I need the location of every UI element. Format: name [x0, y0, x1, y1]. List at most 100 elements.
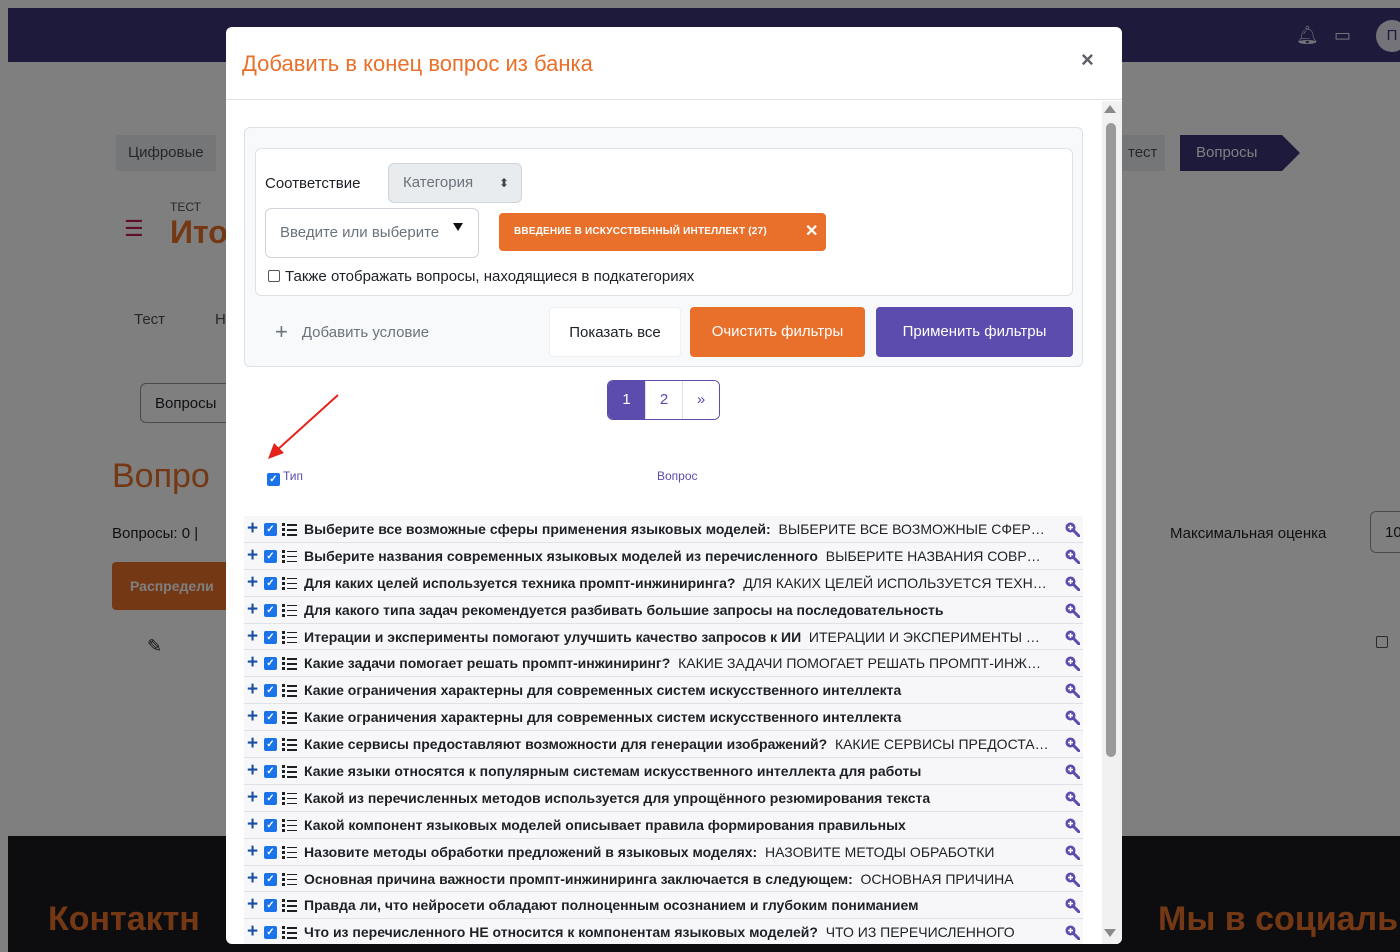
question-row: + ✓ Какие сервисы предоставляют возможност…	[244, 731, 1083, 759]
zoom-icon[interactable]	[1064, 709, 1080, 726]
clear-filters-button[interactable]: Очистить фильтры	[690, 307, 865, 357]
scroll-down-icon[interactable]	[1104, 929, 1116, 937]
zoom-icon[interactable]	[1064, 924, 1080, 941]
page-next[interactable]: »	[682, 381, 719, 419]
checkbox-icon[interactable]: ✓	[264, 872, 277, 886]
question-row: + ✓ Выберите названия современных языковых…	[244, 542, 1083, 570]
checkbox-icon[interactable]: ✓	[264, 711, 277, 725]
modal-body: Соответствие Категория ⬍ Введите или выб…	[226, 101, 1122, 944]
question-text[interactable]: Для какого типа задач рекомендуется разб…	[304, 597, 1049, 623]
scroll-up-icon[interactable]	[1104, 105, 1116, 113]
zoom-icon[interactable]	[1064, 817, 1080, 833]
question-name: Что из перечисленного НЕ относится к ком…	[304, 924, 818, 941]
question-text[interactable]: Назовите методы обработки предложений в …	[304, 839, 1049, 865]
checkbox-icon[interactable]: ✓	[264, 765, 277, 779]
checkbox-icon[interactable]: ✓	[264, 576, 277, 590]
question-text[interactable]: Для каких целей используется техника про…	[304, 570, 1049, 596]
add-condition-button[interactable]: + Добавить условие	[275, 319, 429, 345]
filter-condition: Соответствие Категория ⬍ Введите или выб…	[255, 148, 1073, 296]
checkbox-icon[interactable]	[268, 270, 280, 282]
question-text[interactable]: Какой компонент языковых моделей описыва…	[304, 812, 1049, 838]
checkbox-icon[interactable]: ✓	[264, 791, 277, 805]
add-question-icon[interactable]: +	[247, 919, 258, 944]
checkbox-icon[interactable]: ✓	[264, 899, 277, 913]
add-question-icon[interactable]: +	[247, 650, 258, 675]
add-question-icon[interactable]: +	[247, 516, 258, 541]
add-question-icon[interactable]: +	[247, 758, 258, 783]
question-text[interactable]: Какие ограничения характерны для совреме…	[304, 677, 1049, 703]
question-row: + ✓ Итерации и эксперименты помогают улучш…	[244, 623, 1083, 651]
add-question-icon[interactable]: +	[247, 597, 258, 622]
question-row: + ✓ Основная причина важности промпт-инжин…	[244, 865, 1083, 893]
add-question-icon[interactable]: +	[247, 677, 258, 702]
checkbox-icon[interactable]: ✓	[264, 818, 277, 832]
add-question-icon[interactable]: +	[247, 839, 258, 864]
subcategories-checkbox[interactable]: Также отображать вопросы, находящиеся в …	[268, 268, 694, 285]
question-text[interactable]: Что из перечисленного НЕ относится к ком…	[304, 919, 1049, 944]
category-input[interactable]: Введите или выберите	[265, 208, 479, 258]
add-question-icon[interactable]: +	[247, 543, 258, 568]
column-type[interactable]: ✓ Тип	[267, 469, 303, 486]
question-text[interactable]: Какие ограничения характерны для совреме…	[304, 704, 1049, 730]
page-1[interactable]: 1	[608, 381, 645, 419]
question-name: Выберите все возможные сферы применения …	[304, 521, 771, 537]
add-question-icon[interactable]: +	[247, 892, 258, 917]
category-select[interactable]: Категория ⬍	[388, 163, 522, 203]
show-all-button[interactable]: Показать все	[549, 307, 681, 357]
zoom-icon[interactable]	[1064, 602, 1080, 618]
checkbox-icon[interactable]: ✓	[264, 845, 277, 859]
checkbox-icon[interactable]: ✓	[264, 630, 277, 644]
question-row: + ✓ Какой из перечисленных методов использ…	[244, 784, 1083, 812]
question-text[interactable]: Какие сервисы предоставляют возможности …	[304, 731, 1049, 757]
question-text[interactable]: Итерации и эксперименты помогают улучшит…	[304, 624, 1049, 650]
zoom-icon[interactable]	[1064, 871, 1080, 887]
question-text[interactable]: Какие языки относятся к популярным систе…	[304, 758, 1049, 784]
page-2[interactable]: 2	[645, 381, 682, 419]
question-text[interactable]: Выберите названия современных языковых м…	[304, 543, 1049, 569]
zoom-icon[interactable]	[1064, 763, 1080, 780]
zoom-icon[interactable]	[1064, 575, 1080, 591]
scroll-thumb[interactable]	[1106, 123, 1116, 757]
question-name: Для какого типа задач рекомендуется разб…	[304, 601, 944, 618]
zoom-icon[interactable]	[1064, 629, 1080, 645]
question-text[interactable]: Какой из перечисленных методов используе…	[304, 785, 1049, 811]
checkbox-icon[interactable]: ✓	[267, 473, 280, 486]
checkbox-icon[interactable]: ✓	[264, 523, 277, 536]
zoom-icon[interactable]	[1064, 655, 1080, 672]
question-name: Какие ограничения характерны для совреме…	[304, 682, 902, 699]
question-row: + ✓ Назовите методы обработки предложений …	[244, 838, 1083, 866]
apply-filters-button[interactable]: Применить фильтры	[876, 307, 1073, 357]
zoom-icon[interactable]	[1064, 790, 1080, 806]
add-question-icon[interactable]: +	[247, 570, 258, 595]
checkbox-icon[interactable]: ✓	[264, 549, 277, 563]
add-question-icon[interactable]: +	[247, 704, 258, 729]
dropdown-arrow-icon[interactable]	[453, 223, 463, 231]
zoom-icon[interactable]	[1064, 736, 1080, 753]
remove-category-icon[interactable]: ✕	[805, 213, 819, 251]
zoom-icon[interactable]	[1064, 521, 1080, 537]
close-icon[interactable]: ×	[1081, 47, 1094, 73]
zoom-icon[interactable]	[1064, 548, 1080, 564]
add-question-icon[interactable]: +	[247, 785, 258, 810]
checkbox-icon[interactable]: ✓	[264, 684, 277, 698]
checkbox-icon[interactable]: ✓	[264, 926, 277, 940]
multichoice-icon	[282, 896, 298, 914]
checkbox-icon[interactable]: ✓	[264, 738, 277, 752]
question-text[interactable]: Правда ли, что нейросети обладают полноц…	[304, 892, 1049, 918]
zoom-icon[interactable]	[1064, 897, 1080, 914]
question-text[interactable]: Основная причина важности промпт-инжинир…	[304, 866, 1049, 892]
question-text[interactable]: Какие задачи помогает решать промпт-инжи…	[304, 650, 1049, 676]
checkbox-icon[interactable]: ✓	[264, 603, 277, 617]
zoom-icon[interactable]	[1064, 844, 1080, 860]
add-question-icon[interactable]: +	[247, 624, 258, 649]
add-question-icon[interactable]: +	[247, 731, 258, 756]
question-name: Какие задачи помогает решать промпт-инжи…	[304, 655, 671, 672]
checkbox-icon[interactable]: ✓	[264, 657, 277, 671]
column-question[interactable]: Вопрос	[657, 469, 698, 483]
question-text[interactable]: Выберите все возможные сферы применения …	[304, 516, 1049, 542]
add-question-icon[interactable]: +	[247, 866, 258, 891]
zoom-icon[interactable]	[1064, 682, 1080, 699]
add-question-icon[interactable]: +	[247, 812, 258, 837]
question-body: ДЛЯ КАКИХ ЦЕЛЕЙ ИСПОЛЬЗУЕТСЯ ТЕХНИКА ПРО…	[743, 574, 1049, 591]
question-name: Какие сервисы предоставляют возможности …	[304, 736, 828, 753]
